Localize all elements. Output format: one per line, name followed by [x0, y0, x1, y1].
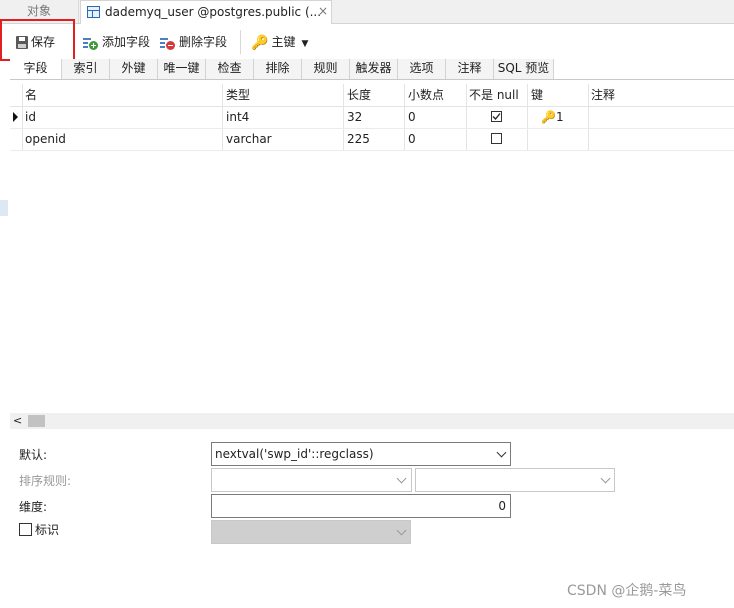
cell-type[interactable]: varchar: [226, 128, 272, 150]
header-comment[interactable]: 注释: [591, 85, 615, 105]
collation-schema-select[interactable]: [211, 468, 412, 492]
default-value: nextval('swp_id'::regclass): [215, 447, 374, 461]
table-row[interactable]: [10, 128, 734, 151]
watermark: CSDN @企鹅-菜鸟: [567, 583, 687, 599]
tab-comment[interactable]: 注释: [446, 59, 494, 79]
delete-field-icon: [160, 36, 176, 50]
left-selection-marker: [0, 200, 8, 216]
dropdown-arrow-icon[interactable]: ▼: [301, 39, 308, 49]
tab-foreign-keys[interactable]: 外键: [110, 59, 158, 79]
cell-decimals[interactable]: 0: [408, 106, 416, 128]
header-key[interactable]: 键: [531, 85, 543, 105]
tab-checks[interactable]: 检查: [206, 59, 254, 79]
save-highlight-box: [0, 19, 75, 61]
tab-fields[interactable]: 字段: [10, 59, 62, 79]
primary-key-button[interactable]: 🔑 主键 ▼: [251, 32, 308, 52]
delete-field-button[interactable]: 删除字段: [160, 32, 227, 52]
cell-type[interactable]: int4: [226, 106, 249, 128]
header-length[interactable]: 长度: [347, 85, 371, 105]
cell-name[interactable]: id: [25, 106, 36, 128]
tab-unique-keys[interactable]: 唯一键: [158, 59, 206, 79]
not-null-checkbox[interactable]: [491, 111, 502, 122]
collation-label: 排序规则:: [19, 474, 72, 488]
tab-indexes[interactable]: 索引: [62, 59, 110, 79]
tab-options[interactable]: 选项: [398, 59, 446, 79]
checkmark-icon: [492, 113, 501, 120]
tab-excludes[interactable]: 排除: [254, 59, 302, 79]
cell-length[interactable]: 32: [347, 106, 362, 128]
current-row-marker: [13, 112, 18, 122]
identity-checkbox[interactable]: [19, 523, 32, 536]
header-name[interactable]: 名: [25, 85, 37, 105]
table-row[interactable]: [10, 106, 734, 129]
toolbar: 保存 添加字段 删除字段 🔑 主键 ▼: [0, 24, 734, 60]
tab-divider: [10, 79, 734, 80]
header-not-null[interactable]: 不是 null: [469, 85, 519, 105]
chevron-down-icon: [396, 473, 407, 484]
header-type[interactable]: 类型: [226, 85, 250, 105]
dimension-input[interactable]: 0: [211, 494, 511, 518]
header-decimals[interactable]: 小数点: [408, 85, 444, 105]
default-select[interactable]: nextval('swp_id'::regclass): [211, 442, 511, 466]
left-margin: [0, 80, 10, 608]
tab-table-design[interactable]: dademyq_user @postgres.public (... ×: [80, 0, 332, 24]
tab-sql-preview[interactable]: SQL 预览: [494, 59, 554, 79]
toolbar-divider: [240, 30, 241, 54]
add-field-label: 添加字段: [102, 35, 151, 49]
dimension-label: 维度:: [19, 500, 48, 514]
chevron-down-icon: [600, 473, 611, 484]
designer-tabs: 字段 索引 外键 唯一键 检查 排除 规则 触发器 选项 注释 SQL 预览: [10, 59, 734, 79]
tab-title: dademyq_user @postgres.public (...: [105, 5, 322, 19]
chevron-down-icon: [396, 525, 407, 536]
add-field-icon: [83, 36, 99, 50]
collation-name-select[interactable]: [415, 468, 615, 492]
document-tab-bar: 对象 dademyq_user @postgres.public (... ×: [0, 0, 734, 24]
key-icon: 🔑: [251, 34, 269, 51]
key-order: 1: [555, 110, 564, 124]
scroll-thumb[interactable]: [28, 415, 45, 427]
chevron-down-icon: [496, 447, 507, 458]
primary-key-label: 主键: [271, 35, 296, 49]
key-cell[interactable]: 🔑1: [541, 106, 564, 128]
tab-rules[interactable]: 规则: [302, 59, 350, 79]
not-null-checkbox[interactable]: [491, 133, 502, 144]
default-label: 默认:: [19, 448, 48, 462]
table-icon: [87, 6, 100, 18]
cell-name[interactable]: openid: [25, 128, 66, 150]
grid-header-row: [10, 84, 734, 107]
close-icon[interactable]: ×: [318, 4, 328, 18]
delete-field-label: 删除字段: [179, 35, 228, 49]
tab-triggers[interactable]: 触发器: [350, 59, 398, 79]
horizontal-scrollbar[interactable]: <: [10, 413, 734, 429]
add-field-button[interactable]: 添加字段: [83, 32, 150, 52]
cell-length[interactable]: 225: [347, 128, 370, 150]
scroll-left-arrow-icon[interactable]: <: [13, 413, 22, 429]
cell-decimals[interactable]: 0: [408, 128, 416, 150]
identity-select: [211, 520, 411, 544]
identity-label: 标识: [35, 523, 60, 537]
key-icon: 🔑: [541, 110, 556, 124]
